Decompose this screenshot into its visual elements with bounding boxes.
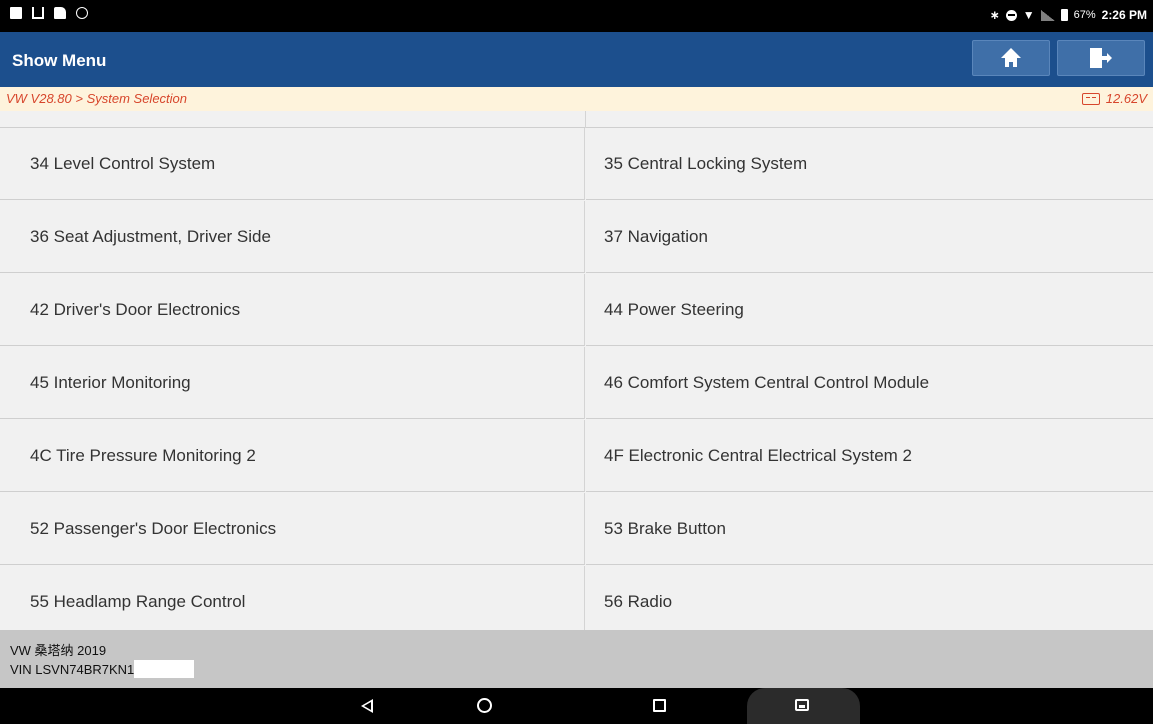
home-icon (1001, 48, 1021, 68)
voltage-value: 12.62V (1105, 91, 1147, 106)
system-indicators: ∗ ▼ 67% 2:26 PM (990, 8, 1147, 22)
system-item-34[interactable]: 34 Level Control System (0, 128, 585, 200)
exit-button[interactable] (1057, 40, 1145, 76)
do-not-disturb-icon (1005, 9, 1017, 21)
notification-icons (10, 7, 88, 19)
system-list[interactable]: 34 Level Control System 35 Central Locki… (0, 111, 1153, 630)
vin-redaction (134, 660, 195, 678)
list-top-partial-row (0, 111, 1153, 128)
recent-apps-icon[interactable] (653, 699, 666, 712)
home-button[interactable] (972, 40, 1050, 76)
clock: 2:26 PM (1101, 8, 1147, 22)
system-item-46[interactable]: 46 Comfort System Central Control Module (586, 347, 1153, 419)
list-item-label: 56 Radio (604, 591, 673, 611)
battery-icon (1060, 9, 1068, 21)
breadcrumb-bar: VW V28.80 > System Selection 12.62V (0, 87, 1153, 111)
system-item-42[interactable]: 42 Driver's Door Electronics (0, 274, 585, 346)
navigation-bar (0, 688, 1153, 724)
exit-icon (1090, 48, 1112, 68)
breadcrumb: VW V28.80 > System Selection (6, 91, 188, 106)
vehicle-info-footer: VW 桑塔纳 2019 VIN LSVN74BR7KN1 (0, 630, 1153, 688)
usb-icon (32, 7, 44, 19)
vin-row: VIN LSVN74BR7KN1 (10, 660, 195, 678)
list-item-label: 53 Brake Button (604, 518, 726, 538)
system-item-45[interactable]: 45 Interior Monitoring (0, 347, 585, 419)
home-nav-icon[interactable] (477, 698, 492, 713)
list-item-label: 4F Electronic Central Electrical System … (604, 445, 912, 465)
image-notification-icon (10, 7, 22, 19)
list-item-label: 34 Level Control System (30, 153, 216, 173)
bluetooth-settings-icon (76, 7, 88, 19)
list-item-label: 42 Driver's Door Electronics (30, 299, 241, 319)
list-item-label: 55 Headlamp Range Control (30, 591, 246, 611)
list-item-label: 52 Passenger's Door Electronics (30, 518, 277, 538)
list-item-label: 35 Central Locking System (604, 153, 808, 173)
bluetooth-icon: ∗ (989, 8, 1000, 22)
screenshot-icon (795, 699, 809, 711)
car-battery-icon (1081, 92, 1100, 105)
system-item-55[interactable]: 55 Headlamp Range Control (0, 566, 585, 630)
vehicle-model: VW 桑塔纳 2019 (10, 643, 107, 658)
system-item-37[interactable]: 37 Navigation (586, 201, 1153, 273)
list-item-label: 4C Tire Pressure Monitoring 2 (30, 445, 256, 465)
list-item-label: 36 Seat Adjustment, Driver Side (30, 226, 271, 246)
wifi-icon: ▼ (1022, 8, 1035, 22)
system-item-56[interactable]: 56 Radio (586, 566, 1153, 630)
status-bar: ∗ ▼ 67% 2:26 PM (0, 0, 1153, 32)
vin-number: VIN LSVN74BR7KN1 (10, 661, 135, 677)
list-item-label: 45 Interior Monitoring (30, 372, 191, 392)
screenshot-button[interactable] (747, 688, 860, 724)
title-bar: Show Menu (0, 32, 1153, 87)
cellular-signal-icon (1040, 9, 1055, 21)
voltage-indicator: 12.62V (1081, 91, 1147, 106)
system-item-52[interactable]: 52 Passenger's Door Electronics (0, 493, 585, 565)
system-item-4f[interactable]: 4F Electronic Central Electrical System … (586, 420, 1153, 492)
system-item-53[interactable]: 53 Brake Button (586, 493, 1153, 565)
system-item-4c[interactable]: 4C Tire Pressure Monitoring 2 (0, 420, 585, 492)
list-item-label: 46 Comfort System Central Control Module (604, 372, 930, 392)
system-item-35[interactable]: 35 Central Locking System (586, 128, 1153, 200)
list-item-label: 44 Power Steering (604, 299, 744, 319)
system-item-44[interactable]: 44 Power Steering (586, 274, 1153, 346)
page-title: Show Menu (12, 51, 107, 70)
sd-card-icon (54, 7, 66, 19)
list-item-label: 37 Navigation (604, 226, 708, 246)
battery-percentage: 67% (1073, 9, 1096, 21)
system-item-36[interactable]: 36 Seat Adjustment, Driver Side (0, 201, 585, 273)
